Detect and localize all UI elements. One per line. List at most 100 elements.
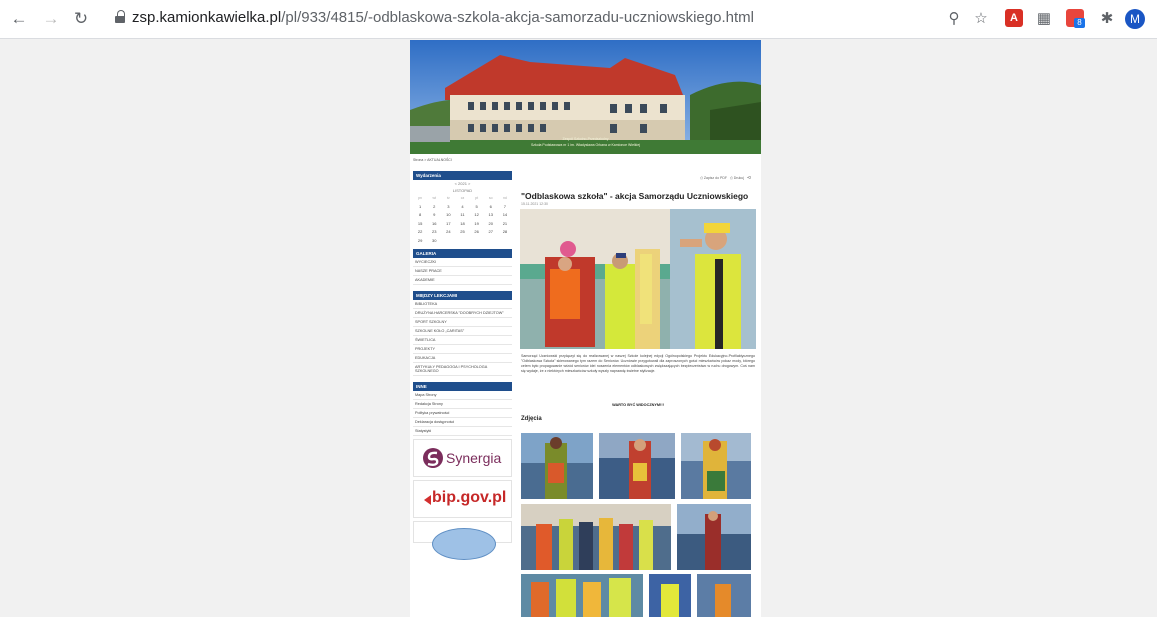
gallery-heading: GALERIA [413, 249, 512, 258]
synergia-logo-link[interactable]: Synergia [413, 439, 512, 477]
calendar-day[interactable]: 12 [470, 211, 484, 220]
sidebar-item-druzyna[interactable]: DRUŻYNA HARCERSKA "DOOBRYCH DZIEJTOW" [413, 309, 512, 318]
calendar-day[interactable]: 20 [484, 220, 498, 229]
bip-logo-text: bip.gov.pl [432, 489, 507, 506]
calendar-day-header: pn [418, 196, 423, 200]
sidebar-item-redakcja[interactable]: Redakcja Strony [413, 400, 512, 409]
gallery-photo[interactable] [649, 574, 691, 617]
calendar-day[interactable]: 22 [413, 228, 427, 237]
calendar-day[interactable]: 8 [413, 211, 427, 220]
sidebar-item-statystyki[interactable]: Statystyki [413, 427, 512, 436]
calendar-day[interactable]: 28 [498, 228, 512, 237]
star-icon[interactable]: ☆ [971, 9, 991, 29]
synergia-logo-text: Synergia [446, 450, 502, 466]
url-text[interactable]: zsp.kamionkawielka.pl/pl/933/4815/-odbla… [132, 9, 754, 26]
calendar-year-nav[interactable]: < 2021 > [413, 180, 512, 187]
calendar-day[interactable]: 5 [470, 203, 484, 212]
gallery-photo[interactable] [521, 574, 643, 617]
article-date: 15.11.2021 12:30 [521, 202, 548, 206]
sidebar-item-deklaracja[interactable]: Deklaracja dostępności [413, 418, 512, 427]
avatar[interactable]: M [1125, 9, 1145, 29]
sidebar-item-mapa[interactable]: Mapa Strony [413, 391, 512, 400]
gallery-photo[interactable] [681, 433, 751, 499]
calendar-day[interactable]: 16 [427, 220, 441, 229]
sidebar-item-swietlica[interactable]: ŚWIETLICA [413, 336, 512, 345]
sidebar-item-wycieczki[interactable]: WYCIECZKI [413, 258, 512, 267]
sidebar: Wydarzenia < 2021 > LISTOPAD pn wt śr cz pt s… [413, 171, 512, 560]
calendar-day[interactable]: 11 [455, 211, 469, 220]
sidebar-item-polityka[interactable]: Polityka prywatności [413, 409, 512, 418]
calendar-day[interactable]: 26 [470, 228, 484, 237]
calendar-day-header: wt [432, 196, 436, 200]
calendar-day-header: pt [475, 196, 479, 200]
other-list: Mapa Strony Redakcja Strony Polityka pry… [413, 391, 512, 436]
article-tools: ⎙ Zapisz do PDF ⎙ Drukuj ⊲ [700, 175, 751, 181]
calendar-day [441, 237, 455, 246]
gallery-photo[interactable] [521, 504, 671, 570]
pdf-download-link[interactable]: Zapisz do PDF [704, 176, 727, 180]
calendar-day[interactable]: 13 [484, 211, 498, 220]
calendar-day[interactable]: 4 [455, 203, 469, 212]
calendar-day[interactable]: 14 [498, 211, 512, 220]
calendar-day[interactable]: 10 [441, 211, 455, 220]
calendar-day[interactable]: 29 [413, 237, 427, 246]
forward-arrow-icon[interactable]: → [40, 8, 62, 30]
photos-heading: Zdjęcia [521, 416, 542, 422]
article-title: "Odblaskowa szkoła" - akcja Samorządu Uc… [521, 191, 749, 201]
gallery-photo[interactable] [697, 574, 751, 617]
calendar-day[interactable]: 9 [427, 211, 441, 220]
sidebar-item-edukacja[interactable]: EDUKACJA [413, 354, 512, 363]
gallery-photo[interactable] [599, 433, 675, 499]
synergia-logo-icon [423, 448, 443, 468]
calendar-month[interactable]: LISTOPAD [413, 187, 512, 194]
calendar-day[interactable]: 2 [427, 203, 441, 212]
calendar-day[interactable]: 19 [470, 220, 484, 229]
article-main-photo[interactable] [520, 209, 756, 349]
calendar-day[interactable]: 30 [427, 237, 441, 246]
calendar-day[interactable]: 1 [413, 203, 427, 212]
pdf-icon[interactable]: A [1005, 9, 1025, 29]
calendar-day[interactable]: 7 [498, 203, 512, 212]
gallery-photo[interactable] [521, 433, 593, 499]
sidebar-item-biblioteka[interactable]: BIBLIOTEKA [413, 300, 512, 309]
banner-line-2: Szkoła Podstawowa nr 1 im. Władysława Or… [530, 143, 641, 147]
calendar-day-header: nd [502, 196, 507, 200]
reload-icon[interactable]: ↻ [70, 8, 92, 30]
calendar-day[interactable]: 3 [441, 203, 455, 212]
print-icon[interactable]: ⎙ [730, 176, 733, 180]
calendar-day[interactable]: 17 [441, 220, 455, 229]
sidebar-item-projekty[interactable]: PROJEKTY [413, 345, 512, 354]
calendar-day[interactable]: 18 [455, 220, 469, 229]
zoom-icon[interactable]: ⚲ [944, 9, 964, 29]
share-icon[interactable]: ⊲ [747, 175, 751, 181]
sidebar-item-caritas[interactable]: SZKOLNE KOŁO „CARITAS" [413, 327, 512, 336]
extension-icon[interactable]: ▦ [1034, 9, 1054, 29]
sidebar-item-sport[interactable]: SPORT SZKOLNY [413, 318, 512, 327]
calendar-grid: pn wt śr cz pt so nd 1 2 3 4 5 6 7 8 9 10 11 12 13 14 15 16 17 1… [413, 194, 512, 245]
pdf-download-icon[interactable]: ⎙ [700, 176, 703, 180]
lock-icon [115, 10, 125, 23]
school-banner: Zespół Szkolno-Przedszkolny Szkoła Podst… [410, 40, 761, 154]
puzzle-icon[interactable]: ✱ [1097, 9, 1117, 29]
gallery-photo[interactable] [677, 504, 751, 570]
sidebar-item-nasze-prace[interactable]: NASZE PRACE [413, 267, 512, 276]
bip-logo-link[interactable]: bip.gov.pl [413, 480, 512, 518]
calendar-day[interactable]: 23 [427, 228, 441, 237]
calendar-day[interactable]: 24 [441, 228, 455, 237]
address-bar[interactable]: zsp.kamionkawielka.pl/pl/933/4815/-odbla… [105, 6, 1157, 32]
sidebar-item-artykuly[interactable]: ARTYKUŁY PEDAGOGA I PSYCHOLOGA SZKOLNEGO [413, 363, 512, 376]
back-arrow-icon[interactable]: ← [8, 8, 30, 30]
calendar-day[interactable]: 15 [413, 220, 427, 229]
print-link[interactable]: Drukuj [734, 176, 744, 180]
extension-badge-icon[interactable]: 8 [1066, 9, 1086, 29]
calendar-day[interactable]: 25 [455, 228, 469, 237]
calendar-day [498, 237, 512, 246]
partner-logo-link[interactable] [413, 521, 512, 560]
sidebar-item-akademie[interactable]: AKADEMIE [413, 276, 512, 285]
calendar-day[interactable]: 27 [484, 228, 498, 237]
calendar-day[interactable]: 21 [498, 220, 512, 229]
calendar-day[interactable]: 6 [484, 203, 498, 212]
webpage: Zespół Szkolno-Przedszkolny Szkoła Podst… [410, 40, 761, 617]
breadcrumb[interactable]: Strona > AKTUALNOŚCI [413, 158, 452, 162]
calendar-day-header: so [488, 196, 493, 200]
